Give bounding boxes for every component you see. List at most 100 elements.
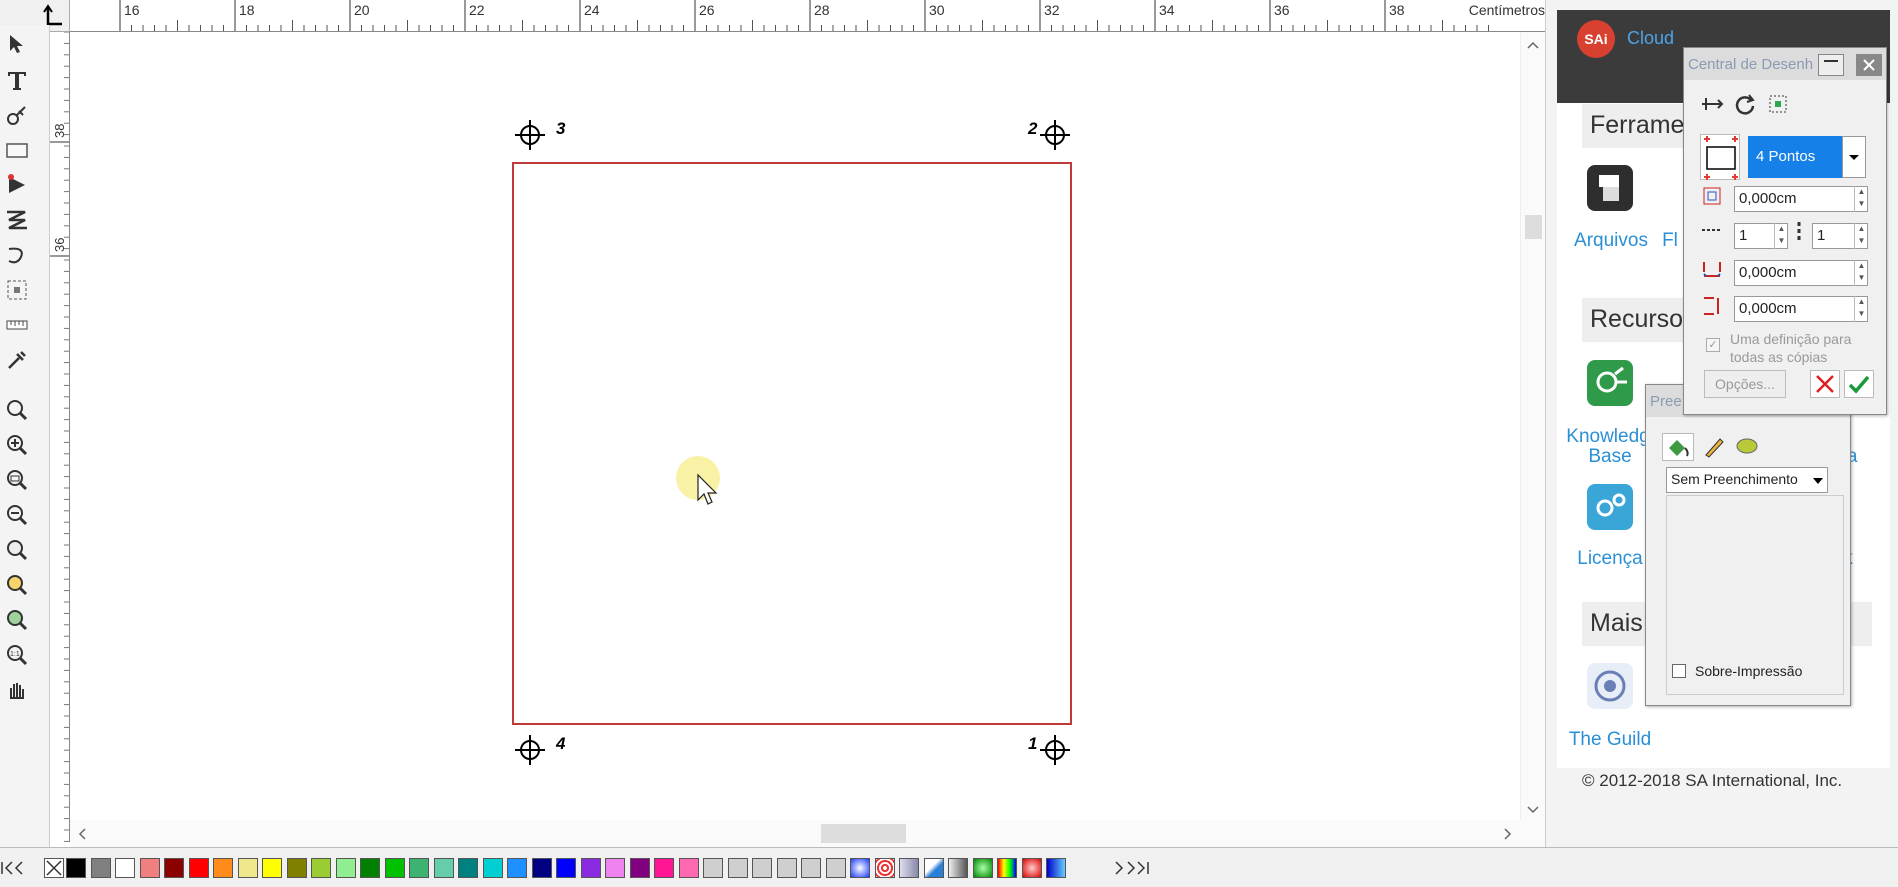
- spot-swatch[interactable]: [776, 858, 797, 878]
- color-swatch[interactable]: [580, 858, 601, 878]
- tab-refresh[interactable]: [1731, 90, 1759, 118]
- text-tool[interactable]: [2, 65, 32, 95]
- color-swatch[interactable]: [360, 858, 380, 878]
- fill-tab[interactable]: [1662, 433, 1694, 461]
- dropdown-arrow-icon[interactable]: [1812, 477, 1824, 485]
- the-guild-icon[interactable]: [1587, 663, 1633, 709]
- color-swatch[interactable]: [629, 858, 650, 878]
- no-color-swatch[interactable]: [44, 858, 64, 878]
- licenses-icon[interactable]: [1587, 484, 1633, 530]
- spot-swatch[interactable]: [703, 858, 723, 878]
- spot-swatch[interactable]: [825, 858, 846, 878]
- color-swatch[interactable]: [654, 858, 674, 878]
- effects-tab[interactable]: [1732, 433, 1762, 461]
- color-swatch[interactable]: [262, 858, 282, 878]
- vertical-ruler[interactable]: 38 36: [50, 32, 70, 842]
- offset-spinner[interactable]: ▲ ▼: [1854, 186, 1868, 212]
- curve-tool[interactable]: [2, 240, 32, 270]
- stroke-tab[interactable]: [1698, 433, 1728, 461]
- zoom-tool[interactable]: [2, 395, 32, 425]
- color-swatch[interactable]: [556, 858, 576, 878]
- minimize-button[interactable]: [1818, 54, 1844, 76]
- blue-gradient-swatch[interactable]: [1046, 858, 1066, 878]
- offset-field[interactable]: 0,000cm: [1734, 186, 1868, 212]
- red-gradient-swatch[interactable]: [1021, 858, 1042, 878]
- overprint-checkbox[interactable]: [1672, 664, 1686, 678]
- knowledge-base-link-line1[interactable]: Knowledg: [1560, 426, 1656, 448]
- select-tool[interactable]: [2, 29, 32, 59]
- rectangle-tool[interactable]: [2, 135, 32, 165]
- color-swatch[interactable]: [409, 858, 429, 878]
- mode-select[interactable]: 4 Pontos: [1748, 136, 1842, 178]
- color-swatch[interactable]: [384, 858, 405, 878]
- color-swatch[interactable]: [433, 858, 454, 878]
- the-guild-link[interactable]: The Guild: [1560, 729, 1660, 751]
- gap-horizontal-spinner[interactable]: ▲ ▼: [1854, 260, 1868, 286]
- color-swatch[interactable]: [90, 858, 111, 878]
- drawing-canvas[interactable]: 3 2 4 1: [70, 32, 1545, 827]
- zoom-selected-tool[interactable]: [2, 570, 32, 600]
- fill-type-select[interactable]: Sem Preenchimento: [1666, 467, 1828, 493]
- measure-tool[interactable]: [2, 310, 32, 340]
- gray-gradient-swatch[interactable]: [948, 858, 968, 878]
- color-swatch[interactable]: [188, 858, 209, 878]
- color-swatch[interactable]: [115, 858, 135, 878]
- color-swatch[interactable]: [237, 858, 258, 878]
- horizontal-ruler[interactable]: 16 18 20 22 24 26 28 30 32 34 36 38 Centímetros: [70, 0, 1545, 32]
- same-settings-checkbox[interactable]: ✓: [1706, 338, 1720, 352]
- color-swatch[interactable]: [335, 858, 356, 878]
- pattern-swatch[interactable]: [874, 858, 895, 878]
- files-partial-link[interactable]: Fl: [1658, 230, 1682, 252]
- color-swatch[interactable]: [482, 858, 503, 878]
- tab-contour-cut[interactable]: [1698, 90, 1726, 118]
- color-swatch[interactable]: [678, 858, 699, 878]
- green-gradient-swatch[interactable]: [972, 858, 993, 878]
- color-swatch[interactable]: [164, 858, 184, 878]
- copies-vertical-spinner[interactable]: ▲ ▼: [1854, 223, 1868, 249]
- node-edit-tool[interactable]: [2, 170, 32, 200]
- gap-vertical-field[interactable]: 0,000cm: [1734, 296, 1868, 322]
- gap-vertical-spinner[interactable]: ▲ ▼: [1854, 296, 1868, 322]
- mode-dropdown-button[interactable]: [1842, 136, 1866, 178]
- gap-horizontal-field[interactable]: 0,000cm: [1734, 260, 1868, 286]
- cancel-button[interactable]: [1810, 370, 1840, 398]
- options-button[interactable]: Opções...: [1704, 370, 1786, 398]
- color-swatch[interactable]: [286, 858, 307, 878]
- zoom-1to1-tool[interactable]: 1:1: [2, 640, 32, 670]
- pan-tool[interactable]: [2, 675, 32, 705]
- bitmap-swatch[interactable]: [899, 858, 919, 878]
- zoom-page-tool[interactable]: [2, 605, 32, 635]
- palette-scroll-left-icons[interactable]: [0, 858, 34, 878]
- transparent-swatch[interactable]: [923, 858, 944, 878]
- zoom-in-tool[interactable]: [2, 430, 32, 460]
- copies-horizontal-spinner[interactable]: ▲ ▼: [1774, 223, 1788, 249]
- selection-box-tool[interactable]: [2, 275, 32, 305]
- apply-button[interactable]: [1844, 370, 1874, 398]
- vertical-scrollbar[interactable]: [1520, 32, 1545, 827]
- color-swatch[interactable]: [213, 858, 233, 878]
- spot-swatch[interactable]: [752, 858, 772, 878]
- color-swatch[interactable]: [311, 858, 331, 878]
- horizontal-scrollbar[interactable]: [70, 820, 1545, 847]
- spot-swatch[interactable]: [727, 858, 748, 878]
- rainbow-swatch[interactable]: [997, 858, 1017, 878]
- files-link[interactable]: Arquivos: [1569, 230, 1653, 252]
- pen-tool[interactable]: [2, 100, 32, 130]
- radial-gradient-swatch[interactable]: [850, 858, 870, 878]
- licenses-link[interactable]: Licença: [1568, 548, 1652, 570]
- knowledge-base-link-line2[interactable]: Base: [1570, 446, 1650, 468]
- color-swatch[interactable]: [531, 858, 552, 878]
- zoom-area-tool[interactable]: [2, 465, 32, 495]
- knowledge-base-icon[interactable]: [1587, 360, 1633, 406]
- palette-scroll-right-icons[interactable]: [1112, 858, 1156, 878]
- color-swatch[interactable]: [139, 858, 160, 878]
- spot-swatch[interactable]: [801, 858, 821, 878]
- files-app-icon[interactable]: [1587, 165, 1633, 211]
- tab-registration[interactable]: [1764, 90, 1792, 118]
- color-swatch[interactable]: [458, 858, 478, 878]
- zigzag-tool[interactable]: [2, 205, 32, 235]
- color-swatch[interactable]: [507, 858, 527, 878]
- eyedropper-tool[interactable]: [2, 345, 32, 375]
- zoom-all-tool[interactable]: [2, 535, 32, 565]
- color-swatch[interactable]: [66, 858, 86, 878]
